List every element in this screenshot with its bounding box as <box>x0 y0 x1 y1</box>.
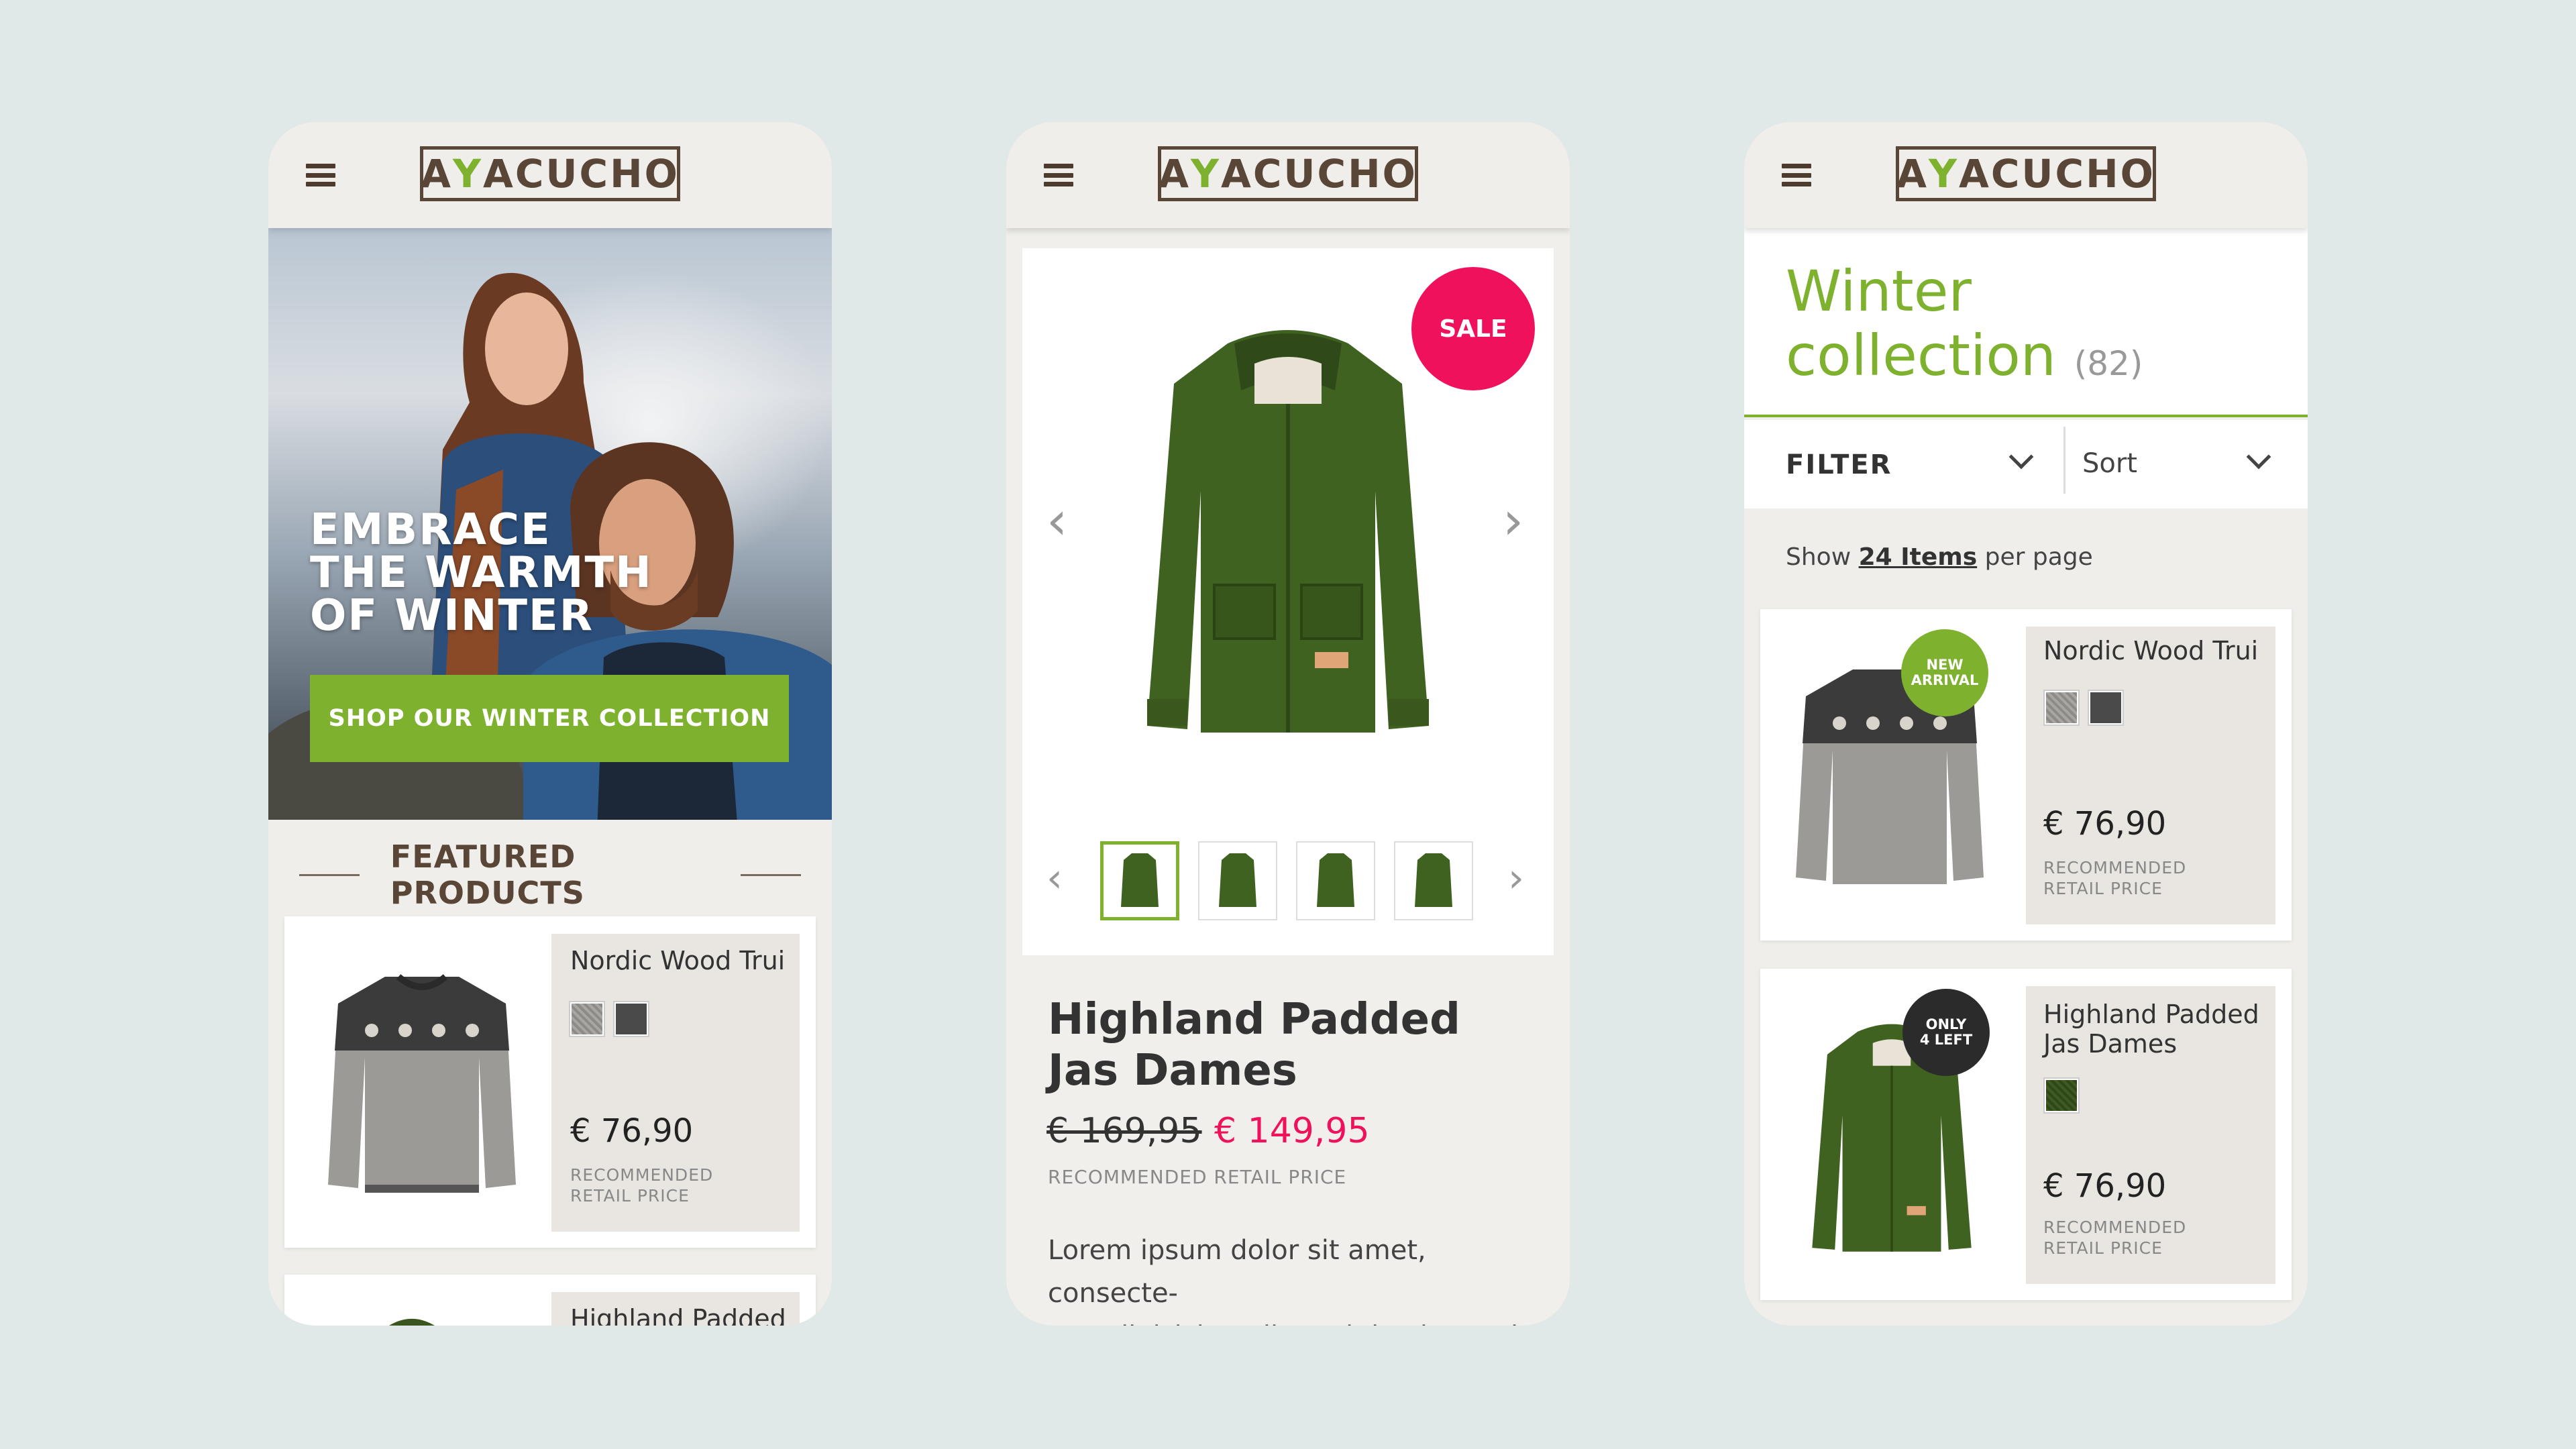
thumbnail-2[interactable] <box>1198 841 1277 920</box>
logo[interactable]: A Y ACUCHO <box>420 146 680 201</box>
product-price: € 76,90 <box>2043 805 2167 843</box>
new-arrival-badge: NEW ARRIVAL <box>1901 629 1988 716</box>
product-card[interactable]: Highland Padded <box>284 1275 816 1326</box>
hero-headline: EMBRACE THE WARMTH OF WINTER <box>310 505 653 641</box>
color-swatch-grey[interactable] <box>570 1002 604 1036</box>
logo[interactable]: A Y ACUCHO <box>1896 146 2156 201</box>
filter-sort-bar: FILTER Sort <box>1744 420 2308 508</box>
rrp-label: RECOMMENDED RETAIL PRICE <box>2043 858 2187 898</box>
chevron-down-icon[interactable] <box>2008 444 2034 470</box>
product-title: Highland Padded Jas Dames <box>1048 995 1460 1095</box>
items-per-page-link[interactable]: 24 Items <box>1859 543 1978 571</box>
product-name[interactable]: Nordic Wood Trui <box>570 946 785 975</box>
product-description: Lorem ipsum dolor sit amet, consecte-tur… <box>1048 1235 1518 1326</box>
jacket-image <box>389 1319 435 1326</box>
sweater-image <box>328 974 516 1193</box>
hamburger-icon[interactable] <box>306 164 335 186</box>
old-price: € 169,95 <box>1046 1111 1202 1151</box>
product-card[interactable]: ONLY 4 LEFT Highland Padded Jas Dames € 76… <box>1760 969 2292 1300</box>
home-screen: A Y ACUCHO EMBRACE THE WARMTH OF WINTER … <box>268 122 832 1326</box>
collection-title: Winter collection (82) <box>1786 258 2143 388</box>
chevron-right-icon[interactable]: › <box>1503 495 1523 547</box>
color-swatch-green[interactable] <box>2045 1079 2078 1112</box>
rrp-label: RECOMMENDED RETAIL PRICE <box>1048 1166 1347 1188</box>
product-card[interactable]: Nordic Wood Trui € 76,90 RECOMMENDED RETA… <box>284 916 816 1248</box>
jacket-main-image <box>1147 330 1429 733</box>
header: A Y ACUCHO <box>1006 122 1570 228</box>
only-4-left-badge: ONLY 4 LEFT <box>1902 989 1990 1076</box>
thumbnail-3[interactable] <box>1296 841 1375 920</box>
collection-header: Winter collection (82) <box>1744 228 2308 417</box>
thumbnail-1[interactable] <box>1100 841 1179 920</box>
chevron-right-icon[interactable]: › <box>1508 852 1524 904</box>
hamburger-icon[interactable] <box>1044 164 1073 186</box>
product-name[interactable]: Highland Padded Jas Dames <box>2043 1000 2259 1059</box>
thumbnail-4[interactable] <box>1394 841 1473 920</box>
sale-badge: SALE <box>1411 267 1535 390</box>
product-name[interactable]: Nordic Wood Trui <box>2043 636 2258 665</box>
product-info: Nordic Wood Trui € 76,90 RECOMMENDED RETA… <box>2026 627 2275 924</box>
product-price: € 76,90 <box>2043 1167 2167 1205</box>
product-info: Highland Padded Jas Dames € 76,90 RECOMME… <box>2026 986 2275 1284</box>
item-count: (82) <box>2074 344 2143 383</box>
collection-screen: A Y ACUCHO Winter collection (82) FILTER S… <box>1744 122 2308 1326</box>
color-swatch-grey[interactable] <box>2045 691 2078 724</box>
color-swatch-dark[interactable] <box>614 1002 648 1036</box>
logo[interactable]: A Y ACUCHO <box>1158 146 1418 201</box>
hero-banner: EMBRACE THE WARMTH OF WINTER SHOP OUR WI… <box>268 228 832 820</box>
product-card[interactable]: NEW ARRIVAL Nordic Wood Trui € 76,90 RECO… <box>1760 609 2292 941</box>
product-price: € 76,90 <box>570 1112 694 1150</box>
product-detail-screen: A Y ACUCHO SALE ‹ › ‹ › Highland Padded … <box>1006 122 1570 1326</box>
items-per-page: Show 24 Items per page <box>1786 543 2093 571</box>
shop-winter-collection-button[interactable]: SHOP OUR WINTER COLLECTION <box>310 675 789 762</box>
product-info: Nordic Wood Trui € 76,90 RECOMMENDED RETA… <box>551 934 800 1232</box>
product-info: Highland Padded <box>551 1292 800 1326</box>
hamburger-icon[interactable] <box>1782 164 1811 186</box>
header: A Y ACUCHO <box>1744 122 2308 228</box>
rrp-label: RECOMMENDED RETAIL PRICE <box>570 1165 714 1205</box>
chevron-left-icon[interactable]: ‹ <box>1046 852 1063 904</box>
chevron-left-icon[interactable]: ‹ <box>1046 495 1067 547</box>
color-swatch-dark[interactable] <box>2089 691 2123 724</box>
header: A Y ACUCHO <box>268 122 832 228</box>
sort-dropdown[interactable]: Sort <box>2082 448 2137 479</box>
product-name[interactable]: Highland Padded <box>570 1304 786 1326</box>
chevron-down-icon[interactable] <box>2246 444 2271 470</box>
filter-dropdown[interactable]: FILTER <box>1786 449 1892 480</box>
rrp-label: RECOMMENDED RETAIL PRICE <box>2043 1218 2187 1258</box>
product-gallery: SALE ‹ › ‹ › <box>1022 248 1554 955</box>
sale-price: € 149,95 <box>1214 1111 1370 1151</box>
featured-products-heading: FEATURED PRODUCTS <box>268 839 832 911</box>
